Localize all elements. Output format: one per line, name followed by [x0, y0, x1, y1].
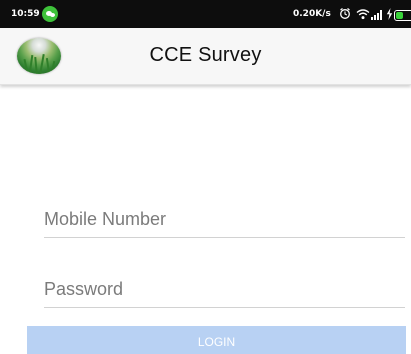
status-time: 10:59	[11, 9, 40, 19]
status-icons: 36	[339, 6, 411, 22]
login-button[interactable]: LOGIN	[27, 326, 406, 354]
wechat-icon	[42, 6, 58, 22]
app-title: CCE Survey	[149, 44, 262, 66]
login-screen: 10:59 0.20K/s CCE Survey Mobile Number L…	[0, 0, 411, 354]
app-bar: CCE Survey	[0, 28, 411, 85]
battery-level	[396, 12, 403, 19]
wifi-icon	[356, 9, 370, 20]
password-input[interactable]	[44, 272, 405, 308]
mobile-number-input[interactable]	[44, 202, 405, 238]
battery-icon	[394, 10, 411, 21]
status-bar: 10:59 0.20K/s	[0, 0, 411, 28]
network-speed: 0.20K/s	[293, 9, 331, 19]
charging-icon	[386, 8, 393, 20]
alarm-icon	[340, 8, 350, 19]
signal-icon	[371, 10, 382, 20]
